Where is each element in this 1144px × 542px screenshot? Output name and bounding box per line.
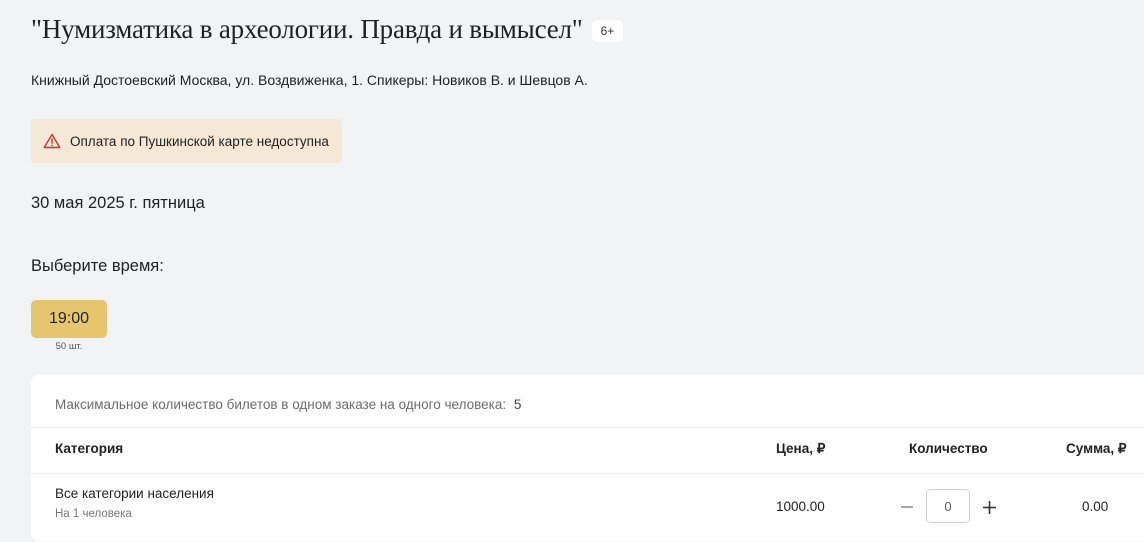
ticket-category-subtitle: На 1 человека (55, 508, 132, 520)
event-header: "Нумизматика в археологии. Правда и вымы… (31, 14, 624, 45)
plus-icon (982, 500, 996, 514)
time-slot-time: 19:00 (48, 310, 90, 327)
max-tickets-info: Максимальное количество билетов в одном … (55, 397, 521, 412)
column-header-quantity: Количество (909, 441, 988, 456)
max-tickets-label: Максимальное количество билетов в одном … (55, 397, 507, 412)
page-title: "Нумизматика в археологии. Правда и вымы… (31, 14, 583, 44)
divider (31, 473, 1144, 474)
minus-icon (901, 506, 913, 508)
warning-text: Оплата по Пушкинской карте недоступна (70, 133, 329, 149)
column-header-sum: Сумма, ₽ (1066, 441, 1127, 456)
tickets-card: Максимальное количество билетов в одном … (31, 375, 1144, 541)
time-slot-button[interactable]: 19:00 (31, 300, 107, 338)
pushkin-card-warning: Оплата по Пушкинской карте недоступна (31, 119, 342, 163)
choose-time-label: Выберите время: (31, 257, 164, 275)
time-slot-availability: 50 шт. (55, 341, 83, 352)
quantity-increase-button[interactable] (979, 495, 999, 519)
quantity-decrease-button[interactable] (897, 495, 917, 519)
event-venue: Книжный Достоевский Москва, ул. Воздвиже… (31, 72, 588, 88)
ticket-category-name: Все категории населения (55, 486, 214, 501)
column-header-category: Категория (55, 441, 124, 456)
event-date: 30 мая 2025 г. пятница (31, 194, 205, 212)
max-tickets-value: 5 (513, 397, 522, 412)
column-header-price: Цена, ₽ (776, 441, 826, 456)
quantity-input[interactable] (926, 489, 970, 523)
warning-triangle-icon (43, 133, 61, 149)
ticket-price: 1000.00 (776, 499, 825, 514)
age-rating-badge: 6+ (591, 19, 624, 42)
ticket-sum: 0.00 (1082, 499, 1109, 514)
divider (31, 427, 1144, 428)
